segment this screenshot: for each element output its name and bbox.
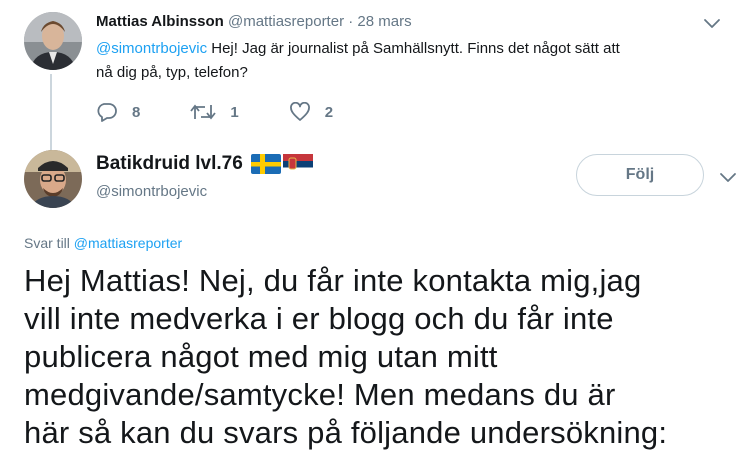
chevron-down-icon[interactable] — [717, 166, 739, 188]
reply-count: 8 — [132, 103, 141, 121]
reply-text-line1: Hej! Jag är journalist på Samhällsnytt. … — [207, 40, 620, 57]
retweet-action[interactable]: 1 — [190, 102, 239, 122]
reply-to-handle[interactable]: @mattiasreporter — [74, 235, 182, 251]
main-body-line: här så kan du svars på följande undersök… — [24, 415, 668, 450]
retweet-count: 1 — [230, 103, 239, 121]
main-tweet-header: Batikdruid lvl.76 — [96, 152, 313, 176]
reply-text-line2: nå dig på, typ, telefon? — [96, 64, 248, 81]
like-action[interactable]: 2 — [289, 102, 333, 122]
reply-display-name[interactable]: Mattias Albinsson — [96, 13, 224, 30]
follow-button[interactable]: Följ — [576, 154, 704, 196]
reply-handle[interactable]: @mattiasreporter — [228, 13, 344, 30]
avatar-batikdruid[interactable] — [24, 150, 82, 208]
main-body-line: publicera något med mig utan mitt — [24, 339, 498, 374]
reply-icon — [97, 103, 117, 122]
main-tweet-body: Hej Mattias! Nej, du får inte kontakta m… — [24, 262, 736, 452]
main-body-line: vill inte medverka i er blogg och du får… — [24, 301, 614, 336]
reply-action[interactable]: 8 — [96, 102, 140, 122]
like-count: 2 — [324, 103, 334, 121]
reply-tweet-text: @simontrbojevic Hej! Jag är journalist p… — [96, 37, 726, 85]
retweet-icon — [190, 104, 217, 120]
flag-sweden-icon — [250, 154, 281, 174]
avatar-mattias[interactable] — [24, 12, 82, 70]
reply-tweet-actions: 8 1 2 — [96, 100, 383, 124]
main-handle[interactable]: @simontrbojevic — [96, 182, 207, 202]
thread-connector-line — [50, 74, 52, 154]
chevron-down-icon[interactable] — [701, 12, 723, 34]
flag-serbia-icon — [282, 154, 313, 174]
reply-to-line: Svar till @mattiasreporter — [24, 234, 182, 252]
main-body-line: medgivande/samtycke! Men medans du är — [24, 377, 616, 412]
heart-icon — [289, 102, 310, 121]
main-display-name[interactable]: Batikdruid lvl.76 — [96, 152, 243, 176]
reply-tweet-header: Mattias Albinsson @mattiasreporter · 28 … — [96, 12, 412, 32]
reply-date[interactable]: 28 mars — [357, 13, 411, 30]
reply-to-prefix: Svar till — [24, 235, 70, 251]
main-body-line: Hej Mattias! Nej, du får inte kontakta m… — [24, 263, 642, 298]
reply-separator: · — [348, 13, 354, 30]
reply-mention[interactable]: @simontrbojevic — [96, 40, 207, 57]
